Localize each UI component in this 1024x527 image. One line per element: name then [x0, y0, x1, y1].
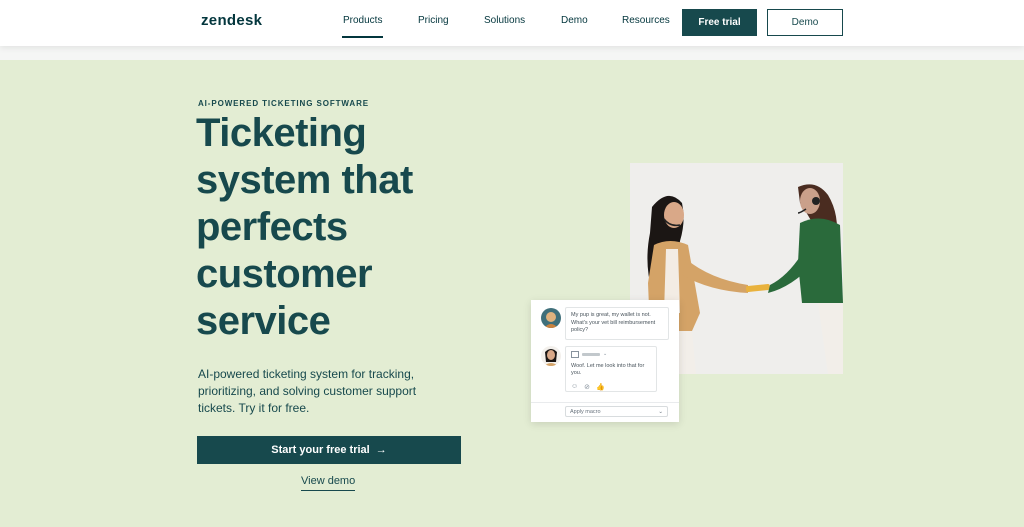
thumbs-up-icon[interactable]: 👍	[596, 383, 605, 391]
customer-avatar	[541, 308, 561, 328]
agent-avatar	[541, 346, 561, 366]
chevron-down-icon: ⌄	[658, 408, 663, 415]
composer-icons: ☺ ⊘ 👍	[571, 383, 605, 391]
top-nav: zendesk Products Pricing Solutions Demo …	[0, 0, 1024, 46]
zendesk-logo[interactable]: zendesk	[201, 12, 262, 29]
chevron-down-icon[interactable]: ⌄	[603, 351, 607, 359]
reply-toolbar: ⌄	[571, 351, 651, 359]
emoji-icon[interactable]: ☺	[571, 383, 578, 391]
hero-headline: Ticketing system that perfects customer …	[196, 110, 516, 345]
headline-line-5: service	[196, 299, 331, 343]
email-icon	[571, 351, 579, 359]
headline-line-2: system that	[196, 158, 413, 202]
headline-line-4: customer	[196, 252, 373, 296]
macro-placeholder: Apply macro	[570, 408, 601, 415]
channel-placeholder	[582, 353, 600, 357]
agent-message: Woof. Let me look into that for you.	[571, 362, 645, 377]
free-trial-button[interactable]: Free trial	[682, 9, 757, 36]
view-demo-link[interactable]: View demo	[301, 475, 356, 491]
nav-demo[interactable]: Demo	[561, 15, 588, 26]
hero-eyebrow: AI-POWERED TICKETING SOFTWARE	[198, 99, 369, 108]
headline-line-3: perfects	[196, 205, 348, 249]
hero-subtext: AI-powered ticketing system for tracking…	[198, 367, 417, 415]
customer-message: My pup is great, my wallet is not. What'…	[565, 307, 669, 340]
demo-button[interactable]: Demo	[767, 9, 843, 36]
nav-pricing[interactable]: Pricing	[418, 15, 449, 26]
arrow-right-icon: →	[375, 444, 387, 456]
headline-line-1: Ticketing	[196, 111, 367, 155]
attachment-icon[interactable]: ⊘	[584, 383, 590, 391]
cta-label: Start your free trial	[271, 444, 370, 456]
nav-solutions[interactable]: Solutions	[484, 15, 525, 26]
start-free-trial-button[interactable]: Start your free trial →	[197, 436, 461, 464]
header-gap	[0, 46, 1024, 60]
nav-products[interactable]: Products	[341, 15, 384, 38]
nav-resources[interactable]: Resources	[622, 15, 670, 26]
card-divider	[531, 402, 679, 403]
ticket-chat-card: My pup is great, my wallet is not. What'…	[531, 300, 679, 422]
apply-macro-select[interactable]: Apply macro ⌄	[565, 406, 668, 417]
